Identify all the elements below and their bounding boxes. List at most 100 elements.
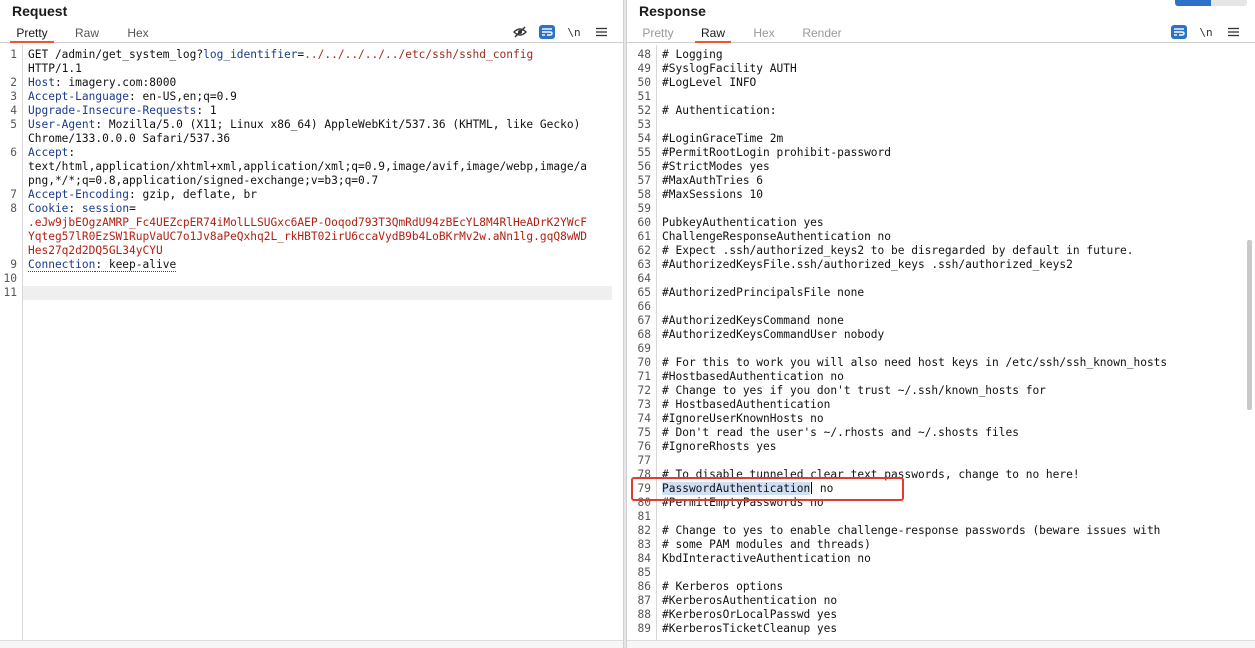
code-line: # For this to work you will also need ho… — [662, 356, 1168, 369]
line-number: 62 — [637, 244, 651, 257]
line-number: 59 — [637, 202, 651, 215]
line-number: 63 — [637, 258, 651, 271]
response-editor[interactable]: 48 49 50 51 52 53 54 55 56 57 58 59 60 61 62 63 64 65 66 67… — [627, 45, 1255, 640]
line-number: 3 — [10, 90, 17, 103]
code-line: Cookie: session= — [28, 202, 136, 216]
code-line: # Change to yes to enable challenge-resp… — [662, 524, 1161, 537]
line-number: 67 — [637, 314, 651, 327]
code-token: GET /admin/get_system_log? — [28, 48, 204, 61]
highlight-box — [631, 477, 904, 501]
code-line: PubkeyAuthentication yes — [662, 216, 824, 229]
request-editor[interactable]: 1 2 3 4 5 6 7 8 9 10 11 GET /admin/get_system_log?… — [0, 45, 623, 640]
code-token: : Mozilla/5.0 (X11; Linux x86_64) AppleW… — [95, 118, 581, 131]
code-line: #MaxSessions 10 — [662, 188, 764, 201]
code-token: : — [68, 202, 82, 215]
code-token: : — [68, 146, 76, 159]
request-gutter: 1 2 3 4 5 6 7 8 9 10 11 — [0, 45, 23, 640]
code-line: Hes27q2d2DQ5GL34yCYU — [28, 244, 163, 258]
code-line: Accept-Encoding: gzip, deflate, br — [28, 188, 257, 202]
line-number: 87 — [637, 594, 651, 607]
code-token: Accept — [28, 146, 69, 159]
code-token: Yqteg57lR0EzSW1RupVaUC7o1Jv8aPeQxhq2L_rk… — [28, 230, 588, 243]
line-number: 65 — [637, 286, 651, 299]
code-token: Hes27q2d2DQ5GL34yCYU — [28, 244, 163, 257]
request-tab-pretty[interactable]: Pretty — [10, 25, 54, 43]
response-gutter: 48 49 50 51 52 53 54 55 56 57 58 59 60 61 62 63 64 65 66 67… — [627, 45, 657, 640]
response-tab-pretty[interactable]: Pretty — [637, 25, 679, 43]
code-line: #AuthorizedPrincipalsFile none — [662, 286, 865, 299]
line-number: 61 — [637, 230, 651, 243]
response-tab-render[interactable]: Render — [799, 25, 845, 43]
line-number: 5 — [10, 118, 17, 131]
code-line: HTTP/1.1 — [28, 62, 82, 76]
eye-slash-icon[interactable] — [512, 25, 528, 39]
code-line: Yqteg57lR0EzSW1RupVaUC7o1Jv8aPeQxhq2L_rk… — [28, 230, 587, 244]
line-number: 8 — [10, 202, 17, 215]
request-toolbar: \n — [512, 24, 609, 40]
code-token: : keep-alive — [95, 258, 177, 272]
line-number: 77 — [637, 454, 651, 467]
code-line: #StrictModes yes — [662, 160, 770, 173]
line-number: 66 — [637, 300, 651, 313]
code-token: : imagery.com:8000 — [54, 76, 177, 89]
request-horizontal-scrollbar[interactable] — [0, 640, 623, 648]
line-number: 7 — [10, 188, 17, 201]
request-tab-hex[interactable]: Hex — [122, 25, 154, 43]
line-number: 70 — [637, 356, 651, 369]
response-tab-hex[interactable]: Hex — [749, 25, 779, 43]
response-code[interactable]: # Logging #SyslogFacility AUTH #LogLevel I… — [662, 45, 1255, 640]
code-token: = — [129, 202, 136, 215]
line-number: 64 — [637, 272, 651, 285]
line-number: 58 — [637, 188, 651, 201]
hamburger-menu-icon[interactable] — [593, 25, 609, 39]
line-number: 6 — [10, 146, 17, 159]
code-token: .eJw9jbEOgzAMRP_Fc4UEZcpER74iMolLLSUGxc6… — [28, 216, 588, 229]
line-number: 56 — [637, 160, 651, 173]
code-line: #SyslogFacility AUTH — [662, 62, 797, 75]
line-number: 10 — [3, 272, 17, 285]
layout-toggle[interactable] — [1175, 0, 1247, 6]
response-tab-raw[interactable]: Raw — [695, 25, 731, 43]
code-token: Accept-Encoding — [28, 188, 130, 201]
line-number: 84 — [637, 552, 651, 565]
line-number: 48 — [637, 48, 651, 61]
request-title: Request — [12, 3, 68, 19]
line-number: 11 — [3, 286, 17, 299]
newline-toggle[interactable]: \n — [1198, 25, 1214, 39]
code-token: Chrome/133.0.0.0 Safari/537.36 — [28, 132, 231, 145]
code-line: #IgnoreRhosts yes — [662, 440, 777, 453]
request-code[interactable]: GET /admin/get_system_log?log_identifier… — [28, 45, 623, 640]
code-line: GET /admin/get_system_log?log_identifier… — [28, 48, 533, 62]
code-line: text/html,application/xhtml+xml,applicat… — [28, 160, 587, 174]
code-line: ChallengeResponseAuthentication no — [662, 230, 892, 243]
code-line: # HostbasedAuthentication — [662, 398, 831, 411]
line-number: 73 — [637, 398, 651, 411]
line-number: 88 — [637, 608, 651, 621]
response-horizontal-scrollbar[interactable] — [627, 640, 1255, 648]
code-line: #LogLevel INFO — [662, 76, 757, 89]
code-token: ../../../../../etc/ssh/sshd_config — [304, 48, 534, 61]
newline-toggle[interactable]: \n — [566, 25, 582, 39]
line-number: 52 — [637, 104, 651, 117]
wrap-lines-icon[interactable] — [1171, 25, 1187, 39]
request-tab-raw[interactable]: Raw — [70, 25, 104, 43]
line-number: 1 — [10, 48, 17, 61]
code-line: .eJw9jbEOgzAMRP_Fc4UEZcpER74iMolLLSUGxc6… — [28, 216, 587, 230]
code-line: #AuthorizedKeysCommandUser nobody — [662, 328, 885, 341]
line-number: 89 — [637, 622, 651, 635]
code-token: session — [81, 202, 130, 215]
code-line: #IgnoreUserKnownHosts no — [662, 412, 824, 425]
wrap-lines-icon[interactable] — [539, 25, 555, 39]
line-number: 81 — [637, 510, 651, 523]
code-line: # Kerberos options — [662, 580, 784, 593]
response-vertical-scrollbar[interactable] — [1247, 240, 1252, 410]
code-token: text/html,application/xhtml+xml,applicat… — [28, 160, 588, 173]
code-line: KbdInteractiveAuthentication no — [662, 552, 871, 565]
code-token: Cookie — [28, 202, 69, 215]
code-line: #HostbasedAuthentication no — [662, 370, 844, 383]
line-number: 85 — [637, 566, 651, 579]
line-number: 76 — [637, 440, 651, 453]
code-token: Connection — [28, 258, 96, 272]
line-number: 74 — [637, 412, 651, 425]
hamburger-menu-icon[interactable] — [1225, 25, 1241, 39]
